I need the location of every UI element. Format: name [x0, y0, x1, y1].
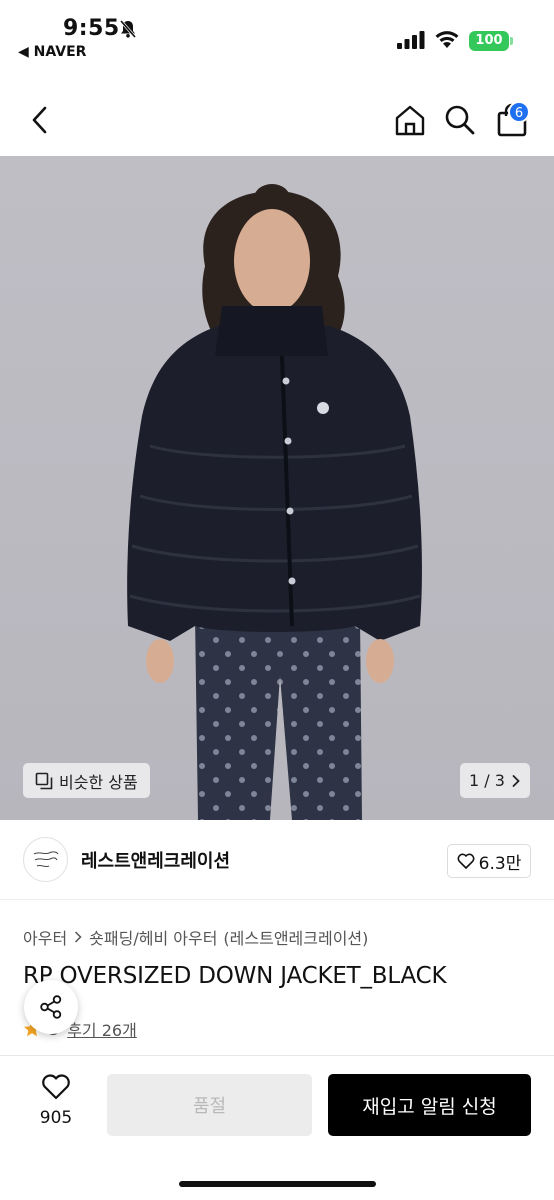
breadcrumb-item-brand[interactable]: (레스트앤레크레이션): [223, 925, 368, 949]
brand-name[interactable]: 레스트앤레크레이션: [81, 847, 230, 873]
brand-like-count: 6.3만: [478, 853, 522, 874]
heart-icon: [42, 1074, 70, 1100]
battery-indicator: 100: [469, 31, 509, 51]
chevron-right-icon: [512, 774, 520, 787]
search-icon: [445, 105, 475, 135]
sold-out-button: 품절: [107, 1074, 312, 1136]
share-button[interactable]: [24, 980, 78, 1034]
model-photo: [0, 156, 554, 820]
similar-products-button[interactable]: 비슷한 상품: [23, 763, 150, 798]
brand-logo-mark: [33, 850, 58, 867]
wishlist-button[interactable]: 905: [23, 1074, 89, 1128]
top-navigation-bar: [0, 70, 554, 156]
restock-alert-button[interactable]: 재입고 알림 신청: [328, 1074, 531, 1136]
search-button[interactable]: [440, 100, 480, 140]
brand-logo[interactable]: [23, 837, 68, 882]
cart-count-badge: 6: [508, 101, 530, 123]
image-pager-button[interactable]: 1 / 3: [460, 763, 530, 798]
breadcrumb-item-outer[interactable]: 아우터: [23, 925, 67, 949]
home-button[interactable]: [390, 100, 430, 140]
home-indicator[interactable]: [179, 1181, 376, 1187]
heart-icon: [457, 853, 475, 869]
product-title: RP OVERSIZED DOWN JACKET_BLACK: [23, 963, 447, 989]
battery-tip: [510, 37, 513, 45]
chevron-left-icon: [32, 106, 47, 134]
similar-items-icon: [35, 772, 53, 789]
image-page-indicator: 1 / 3: [469, 771, 505, 790]
home-icon: [395, 105, 425, 136]
review-count-link[interactable]: 후기 26개: [67, 1017, 137, 1041]
bell-muted-icon: [118, 19, 138, 43]
purchase-bar: 905 품절 재입고 알림 신청: [0, 1055, 554, 1200]
status-bar: 9:55 ◀ NAVER 100: [0, 0, 554, 70]
brand-row: 레스트앤레크레이션 6.3만: [0, 820, 554, 900]
similar-products-label: 비슷한 상품: [59, 772, 138, 792]
back-to-app-link[interactable]: ◀ NAVER: [18, 44, 86, 60]
wifi-icon: [434, 28, 460, 54]
back-button[interactable]: [24, 100, 56, 140]
clock: 9:55: [63, 16, 120, 41]
category-breadcrumb: 아우터 숏패딩/헤비 아우터 (레스트앤레크레이션): [23, 925, 368, 949]
chevron-right-icon: [75, 931, 82, 943]
product-image[interactable]: [0, 156, 554, 820]
share-icon: [40, 995, 62, 1019]
cellular-signal-icon: [397, 31, 425, 53]
brand-like-button[interactable]: 6.3만: [447, 844, 531, 878]
wishlist-count: 905: [39, 1108, 73, 1128]
breadcrumb-item-category[interactable]: 숏패딩/헤비 아우터: [89, 925, 217, 949]
